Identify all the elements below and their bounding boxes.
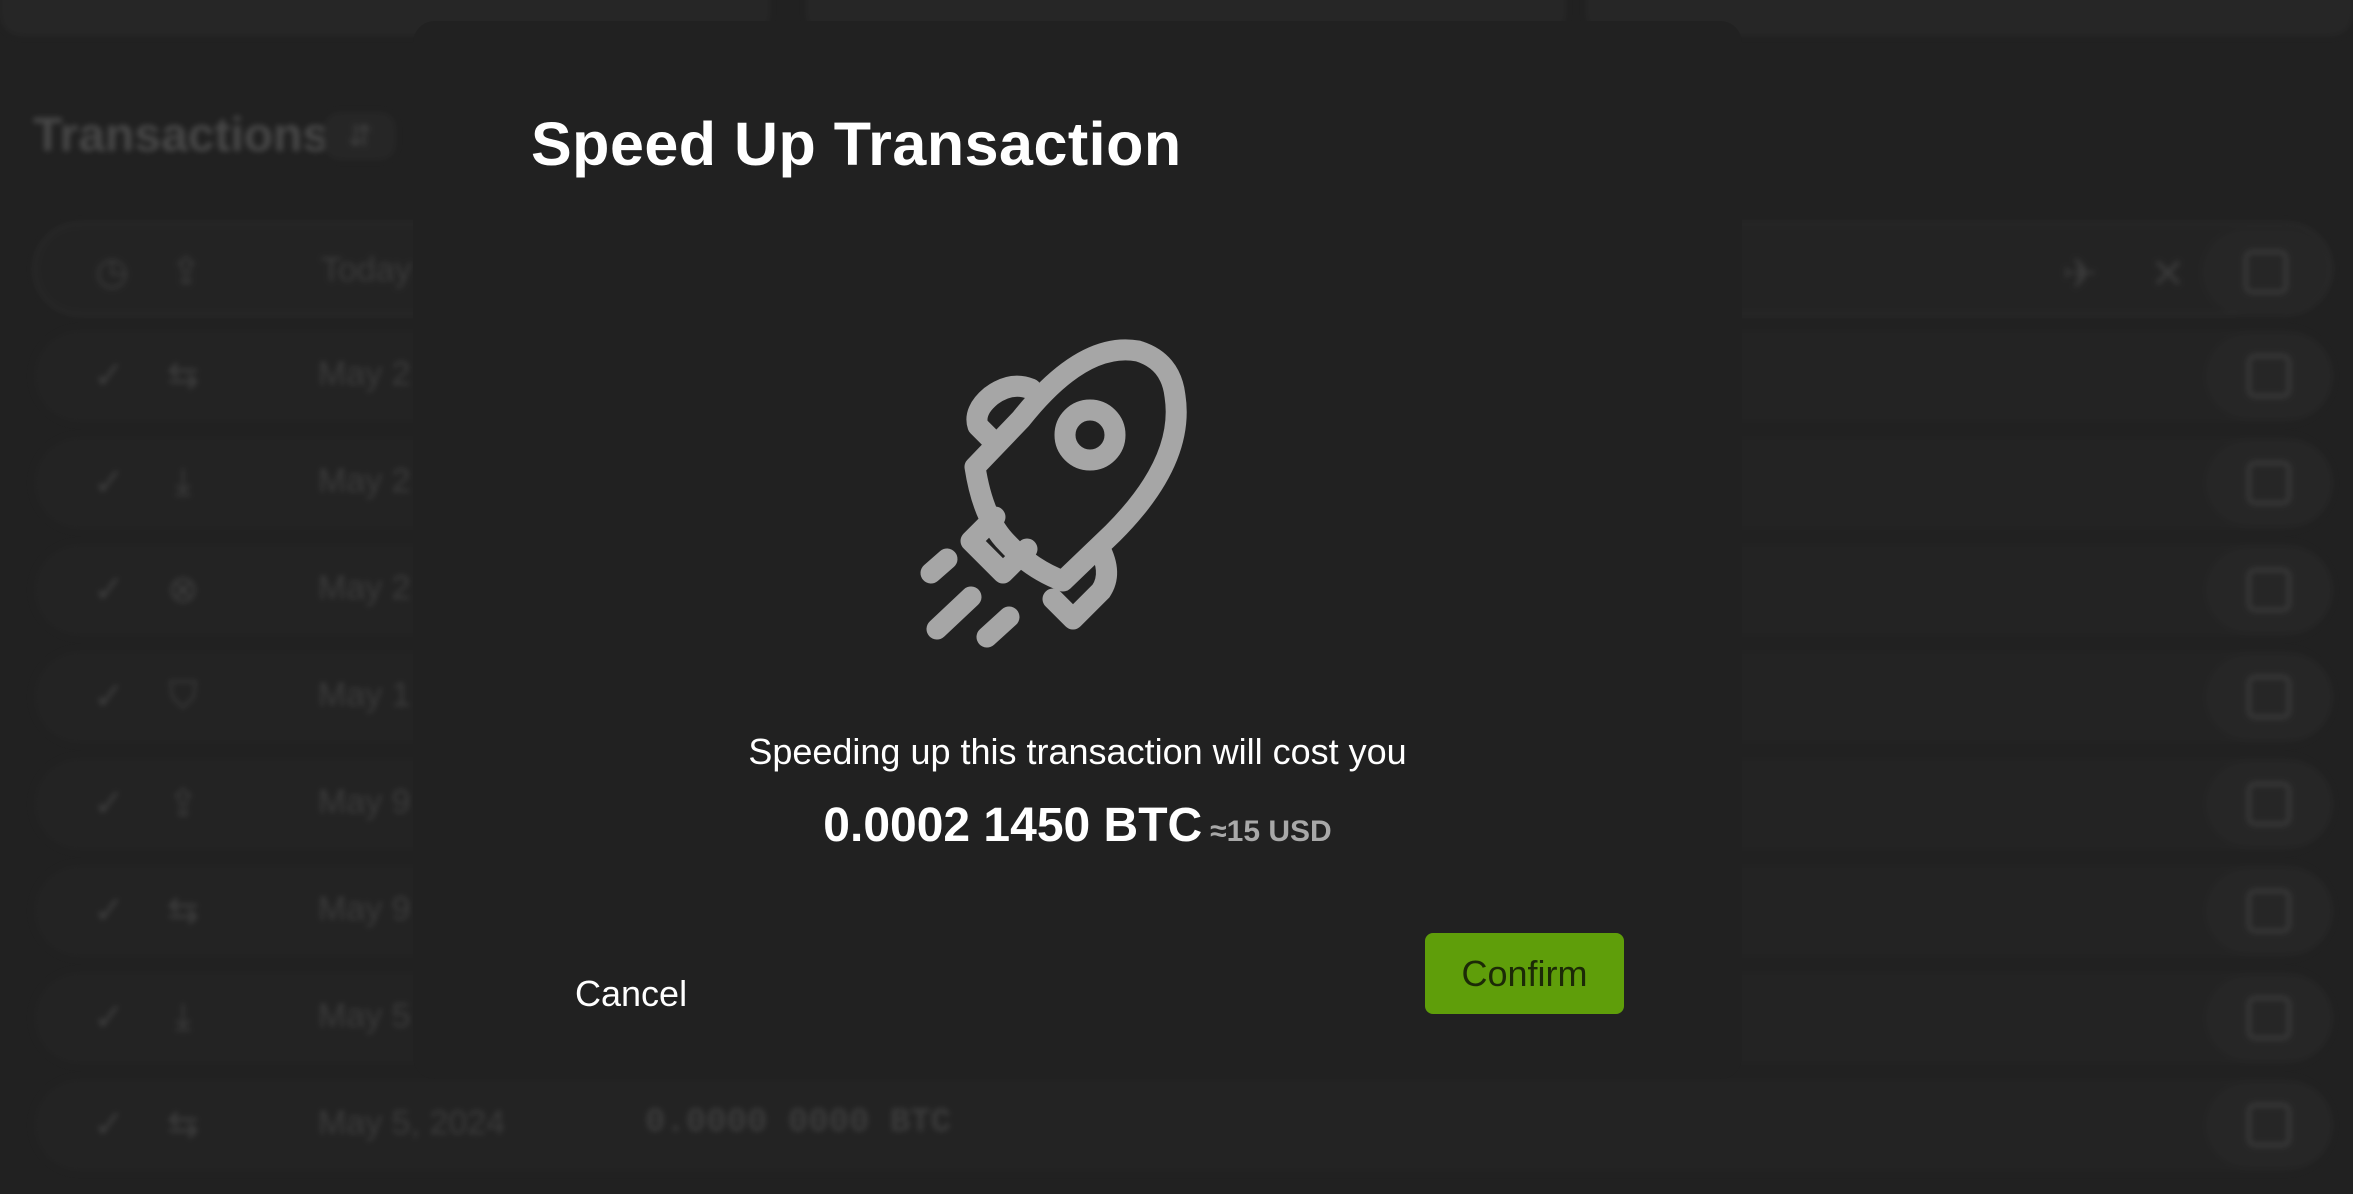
cost-description: Speeding up this transaction will cost y… <box>748 731 1407 772</box>
amount-usd: ≈15 USD <box>1210 815 1332 848</box>
cost-amount: 0.0002 1450 BTC ≈15 USD <box>413 798 1742 853</box>
confirm-button[interactable]: Confirm <box>1425 933 1624 1014</box>
speed-up-dialog: Speed Up Transaction Speeding up this tr… <box>413 21 1742 1079</box>
amount-btc: 0.0002 1450 BTC <box>823 799 1203 852</box>
rocket-icon <box>920 339 1187 648</box>
cancel-button[interactable]: Cancel <box>565 951 697 1037</box>
dialog-title: Speed Up Transaction <box>531 110 1182 178</box>
